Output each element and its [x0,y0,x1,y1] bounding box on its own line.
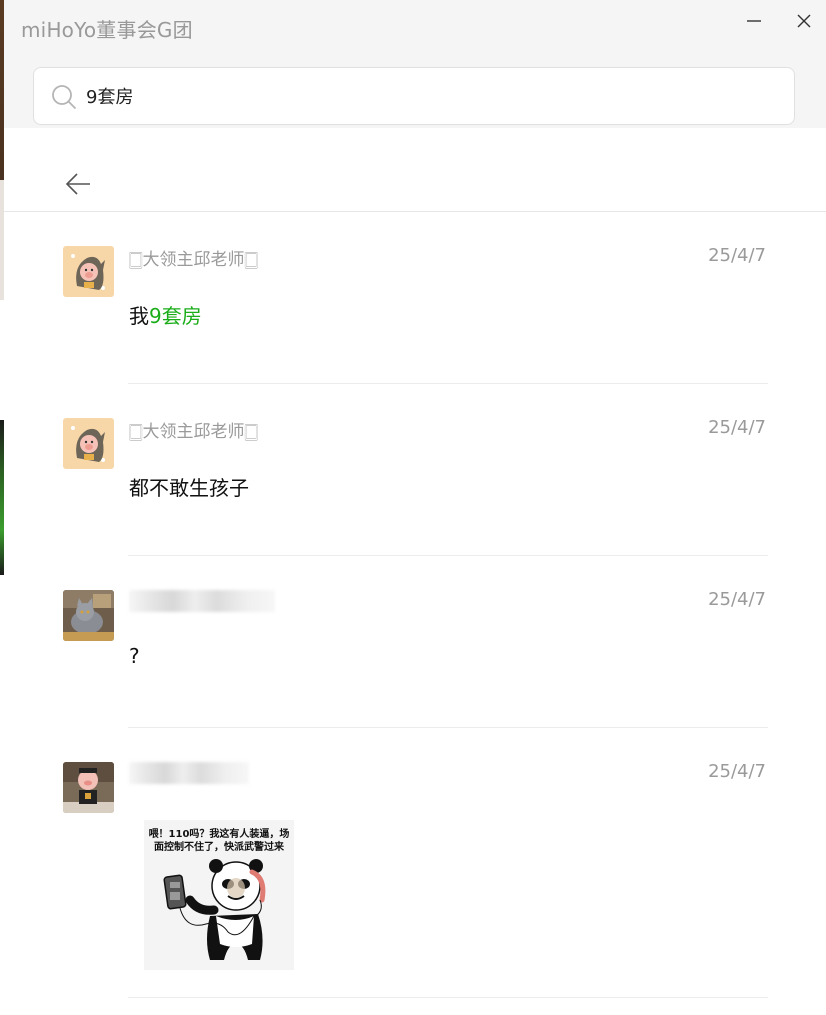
title-bar[interactable]: miHoYo董事会G团 [4,0,826,56]
avatar[interactable] [63,762,114,813]
result-item[interactable]: 25/4/7 喂！110吗？我这有人装逼，场面控制不住了，快派武警过来 [4,728,826,998]
search-highlight: 9套房 [149,304,202,328]
search-box[interactable] [33,67,795,125]
result-item[interactable]: 🀆大领主邱老师🀆 25/4/7 我9套房 [4,212,826,384]
message-date: 25/4/7 [708,417,766,438]
result-item[interactable]: 25/4/7 ? [4,556,826,728]
panda-phone-sticker[interactable]: 喂！110吗？我这有人装逼，场面控制不住了，快派武警过来 [144,820,294,970]
pig-figure-avatar-icon [63,762,114,813]
sender-name-blurred [129,762,249,784]
back-bar [4,128,826,212]
search-icon [52,85,76,109]
sender-name: 🀆大领主邱老师🀆 [129,422,259,442]
avatar[interactable] [63,590,114,641]
panda-meme-icon [163,859,266,960]
message-text: 都不敢生孩子 [129,476,249,500]
pig-in-hood-avatar-icon [63,418,114,469]
result-item[interactable]: 🀆大领主邱老师🀆 25/4/7 都不敢生孩子 [4,384,826,556]
close-button[interactable] [786,6,822,36]
message-text: 我9套房 [129,300,202,329]
sender-name-blurred [129,590,275,612]
arrow-left-icon [65,173,90,195]
search-results-list: 🀆大领主邱老师🀆 25/4/7 我9套房 🀆大领主邱老师🀆 25/4/7 都不敢… [4,212,826,998]
minimize-button[interactable] [736,6,772,36]
message-date: 25/4/7 [708,589,766,610]
pig-in-hood-avatar-icon [63,246,114,297]
minimize-icon [747,20,761,22]
close-icon [797,14,811,28]
message-date: 25/4/7 [708,245,766,266]
search-area [4,56,826,128]
search-input[interactable] [86,80,776,112]
search-window: miHoYo董事会G团 9套房 🀆大领主邱老师🀆 25/4/7 我9套房 🀆大领… [0,0,826,1015]
message-text: ? [129,644,140,668]
cat-photo-avatar-icon [63,590,114,641]
back-button[interactable] [60,166,96,202]
message-date: 25/4/7 [708,761,766,782]
sender-name: 🀆大领主邱老师🀆 [129,250,259,270]
divider [128,997,768,998]
avatar[interactable] [63,418,114,469]
message-text-plain: 我 [129,304,149,328]
avatar[interactable] [63,246,114,297]
window-title: miHoYo董事会G团 [21,18,193,42]
